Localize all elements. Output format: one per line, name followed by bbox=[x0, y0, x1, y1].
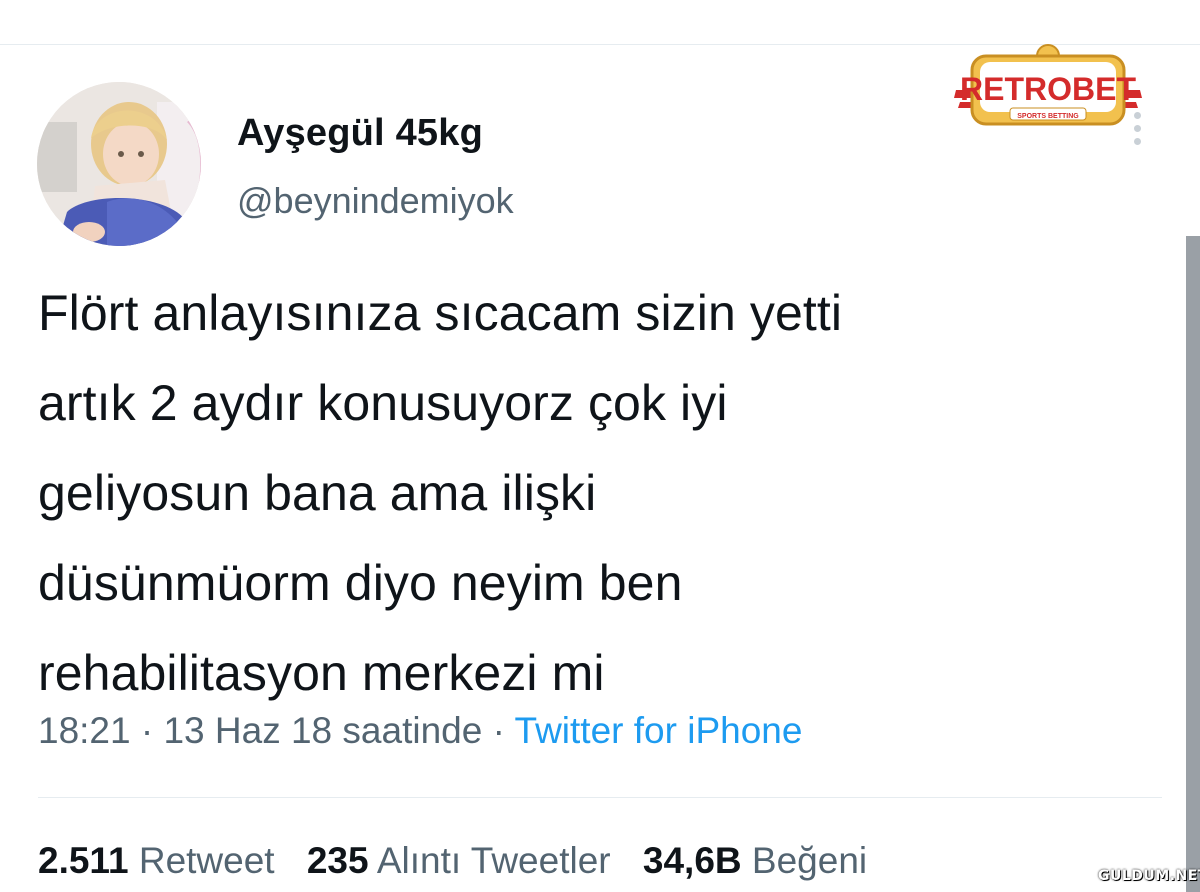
avatar[interactable] bbox=[37, 82, 201, 246]
quote-stat[interactable]: 235 Alıntı Tweetler bbox=[307, 840, 611, 881]
tweet-source-link[interactable]: Twitter for iPhone bbox=[515, 710, 803, 751]
retrobet-logo: RETROBET SPORTS BETTING bbox=[950, 44, 1146, 130]
like-label: Beğeni bbox=[751, 840, 868, 881]
tweet-text-line: düsünmüorm diyo neyim ben bbox=[38, 555, 683, 611]
retweet-label: Retweet bbox=[138, 840, 275, 881]
avatar-photo-icon bbox=[37, 82, 201, 246]
tweet-meta: 18:21 · 13 Haz 18 saatinde · Twitter for… bbox=[38, 710, 802, 752]
retweet-stat[interactable]: 2.511 Retweet bbox=[38, 840, 275, 881]
like-stat[interactable]: 34,6B Beğeni bbox=[643, 840, 867, 881]
logo-subtext: SPORTS BETTING bbox=[1017, 113, 1079, 120]
watermark: GULDUM.NET bbox=[1098, 868, 1200, 884]
tweet-stats: 2.511 Retweet 235 Alıntı Tweetler 34,6B … bbox=[38, 840, 867, 882]
tweet-text-line: Flört anlayısınıza sıcacam sizin yetti bbox=[38, 285, 843, 341]
tweet-text: Flört anlayısınıza sıcacam sizin yetti a… bbox=[38, 268, 1148, 718]
tweet-text-line: rehabilitasyon merkezi mi bbox=[38, 645, 605, 701]
quote-count: 235 bbox=[306, 840, 369, 881]
scrollbar[interactable] bbox=[1186, 236, 1200, 892]
logo-text: RETROBET bbox=[960, 71, 1136, 107]
author-display-name[interactable]: Ayşegül 45kg bbox=[237, 112, 483, 155]
tweet-text-line: artık 2 aydır konusuyorz çok iyi bbox=[38, 375, 728, 431]
stats-divider bbox=[38, 797, 1162, 798]
quote-label: Alıntı Tweetler bbox=[376, 840, 611, 881]
more-vertical-icon[interactable] bbox=[1131, 112, 1143, 152]
author-handle[interactable]: @beynindemiyok bbox=[237, 180, 514, 222]
tweet-timestamp[interactable]: 18:21 · 13 Haz 18 saatinde · bbox=[38, 710, 515, 751]
tweet-text-line: geliyosun bana ama ilişki bbox=[38, 465, 597, 521]
retweet-count: 2.511 bbox=[38, 840, 129, 881]
like-count: 34,6B bbox=[642, 840, 742, 881]
